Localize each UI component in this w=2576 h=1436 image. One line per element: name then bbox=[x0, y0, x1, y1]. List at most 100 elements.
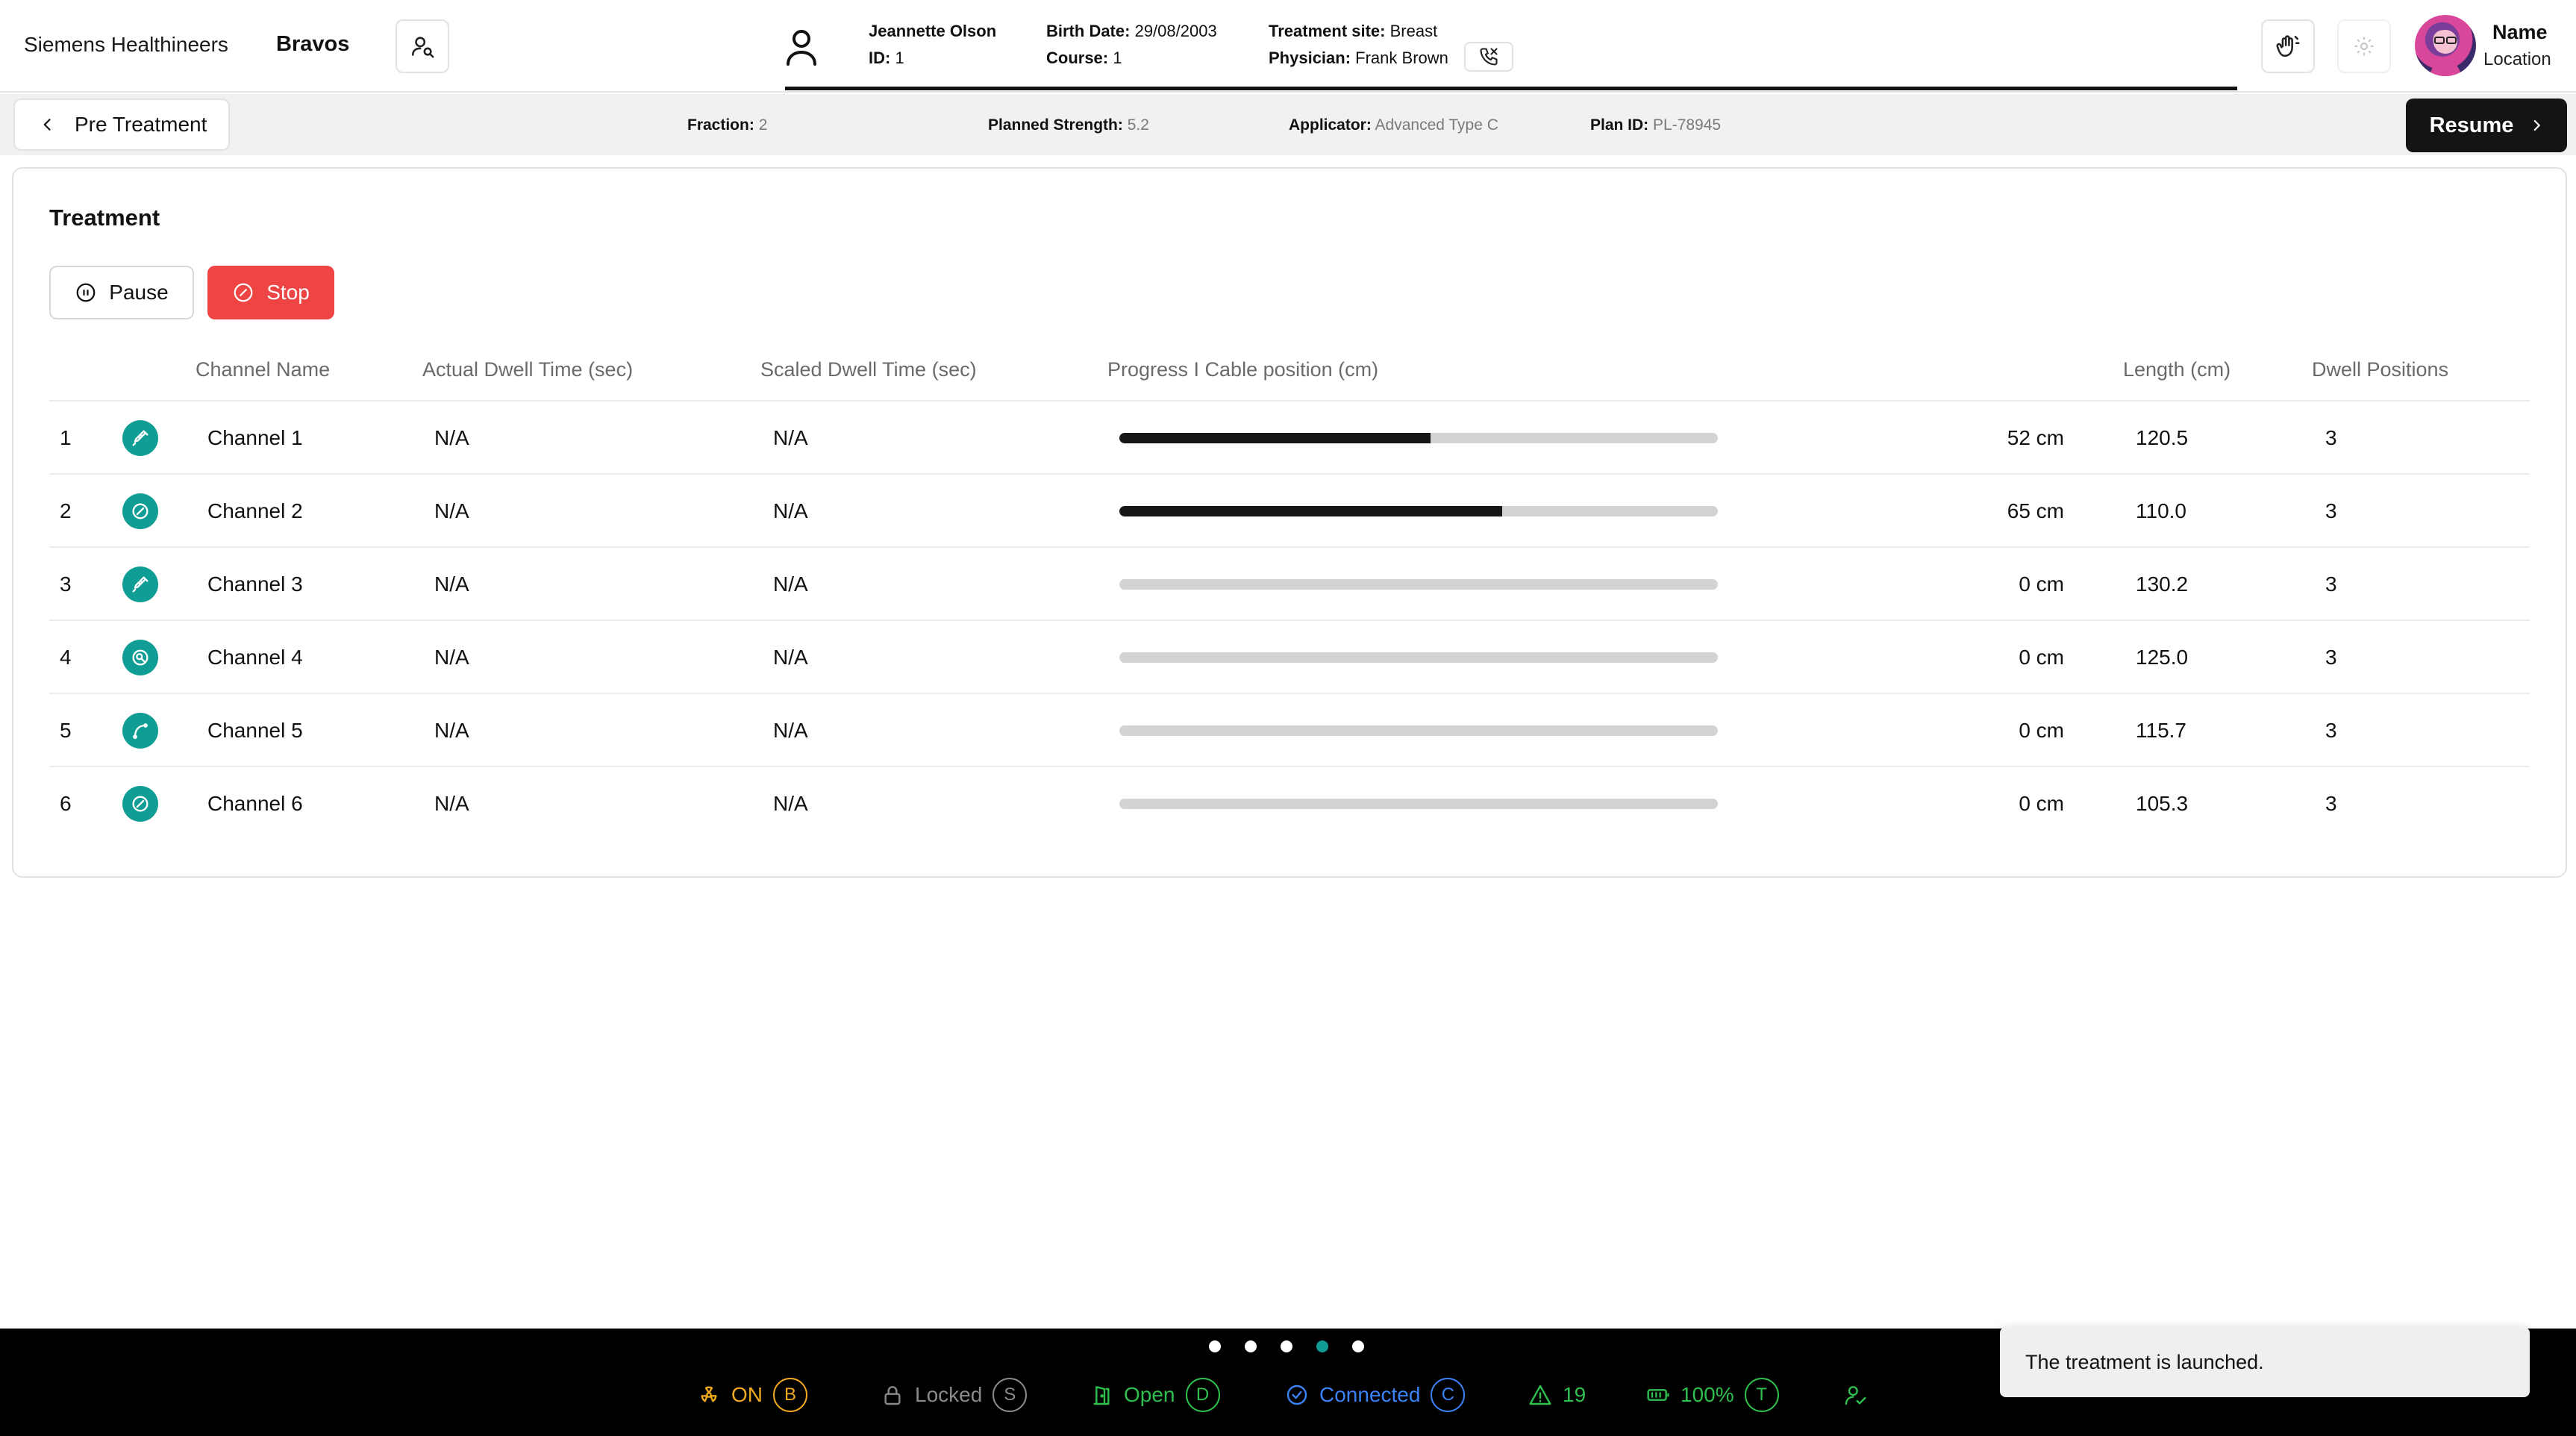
target-icon bbox=[122, 640, 158, 675]
scaled-dwell-time: N/A bbox=[773, 646, 808, 669]
channel-length: 110.0 bbox=[2136, 499, 2186, 522]
physician-name: Frank Brown bbox=[1355, 49, 1448, 67]
page-dot[interactable] bbox=[1245, 1340, 1257, 1352]
row-number: 2 bbox=[60, 499, 72, 522]
status-door[interactable]: Open D bbox=[1090, 1376, 1220, 1414]
user-avatar[interactable] bbox=[2415, 15, 2476, 76]
column-header-channel-name: Channel Name bbox=[196, 358, 331, 381]
patient-search-button[interactable] bbox=[396, 19, 449, 73]
status-label: Open bbox=[1124, 1383, 1175, 1406]
channel-name: Channel 5 bbox=[207, 719, 303, 742]
treatment-site: Breast bbox=[1389, 22, 1438, 40]
stop-button[interactable]: Stop bbox=[207, 266, 334, 319]
birth-date-label: Birth Date: bbox=[1046, 22, 1131, 40]
page-dot[interactable] bbox=[1209, 1340, 1221, 1352]
page-dot[interactable] bbox=[1281, 1340, 1292, 1352]
stop-circle-icon bbox=[234, 283, 253, 302]
accessibility-button[interactable] bbox=[2261, 19, 2315, 73]
planned-strength-info: Planned Strength: 5.2 bbox=[988, 116, 1149, 134]
channel-name: Channel 6 bbox=[207, 792, 303, 815]
channel-row[interactable]: 3 Channel 3 N/A N/A 0 cm 130.2 3 bbox=[49, 546, 2530, 619]
planned-strength-value: 5.2 bbox=[1127, 116, 1149, 134]
channel-row[interactable]: 6 Channel 6 N/A N/A 0 cm 105.3 3 bbox=[49, 766, 2530, 839]
applicator-info: Applicator: Advanced Type C bbox=[1289, 116, 1498, 134]
status-connected[interactable]: Connected C bbox=[1285, 1376, 1466, 1414]
cable-position: 0 cm bbox=[2019, 719, 2064, 742]
patient-name: Jeannette Olson bbox=[869, 22, 997, 40]
scaled-dwell-time: N/A bbox=[773, 499, 808, 522]
warning-icon bbox=[1529, 1385, 1551, 1405]
page-indicator[interactable] bbox=[1209, 1340, 1364, 1352]
back-to-pre-treatment-button[interactable]: Pre Treatment bbox=[13, 99, 230, 151]
product-name: Bravos bbox=[276, 32, 350, 56]
channel-length: 125.0 bbox=[2136, 646, 2189, 669]
page-dot[interactable] bbox=[1352, 1340, 1364, 1352]
cable-position: 0 cm bbox=[2019, 646, 2064, 669]
row-number: 5 bbox=[60, 719, 72, 742]
dwell-positions: 3 bbox=[2325, 499, 2337, 522]
status-lock[interactable]: Locked S bbox=[881, 1376, 1028, 1414]
chevron-left-icon bbox=[43, 119, 51, 131]
syringe-icon bbox=[122, 566, 158, 602]
channel-length: 120.5 bbox=[2136, 426, 2189, 449]
patient-id-label: ID: bbox=[869, 49, 891, 67]
actual-dwell-time: N/A bbox=[434, 426, 469, 449]
channel-length: 115.7 bbox=[2136, 719, 2186, 742]
hand-gesture-icon bbox=[2276, 35, 2300, 57]
settings-button[interactable] bbox=[2337, 19, 2391, 73]
channel-name: Channel 3 bbox=[207, 572, 303, 596]
plan-info-bar: Pre Treatment Fraction: 2 Planned Streng… bbox=[0, 94, 2576, 155]
brand-name: Siemens Healthineers bbox=[24, 33, 228, 56]
avatar-illustration-icon bbox=[2430, 30, 2461, 76]
status-battery[interactable]: 100% T bbox=[1646, 1376, 1779, 1414]
status-user-check[interactable] bbox=[1843, 1376, 1867, 1414]
plan-id-value: PL-78945 bbox=[1653, 116, 1722, 134]
column-header-actual-dwell: Actual Dwell Time (sec) bbox=[422, 358, 634, 381]
progress-bar-fill bbox=[1119, 433, 1431, 443]
cable-position: 0 cm bbox=[2019, 792, 2064, 815]
user-search-icon bbox=[411, 37, 434, 58]
row-number: 6 bbox=[60, 792, 72, 815]
fraction-value: 2 bbox=[758, 116, 768, 134]
call-physician-button[interactable] bbox=[1464, 42, 1513, 72]
blocked-circle-icon bbox=[122, 493, 158, 529]
resume-button[interactable]: Resume bbox=[2406, 99, 2567, 152]
channel-name: Channel 4 bbox=[207, 646, 303, 669]
channel-row[interactable]: 1 Channel 1 N/A N/A 52 cm 120.5 3 bbox=[49, 400, 2530, 473]
status-warning[interactable]: 19 bbox=[1528, 1376, 1586, 1414]
row-number: 3 bbox=[60, 572, 72, 596]
channel-row[interactable]: 2 Channel 2 N/A N/A 65 cm 110.0 3 bbox=[49, 473, 2530, 546]
shortcut-key: D bbox=[1185, 1378, 1220, 1412]
blocked-circle-icon bbox=[122, 786, 158, 822]
column-header-length: Length (cm) bbox=[2123, 358, 2231, 381]
progress-bar bbox=[1119, 506, 1718, 516]
radiation-icon bbox=[701, 1386, 717, 1402]
status-label: ON bbox=[731, 1383, 763, 1406]
fraction-info: Fraction: 2 bbox=[687, 116, 767, 134]
row-number: 1 bbox=[60, 426, 72, 449]
status-label: 100% bbox=[1681, 1383, 1734, 1406]
patient-icon bbox=[787, 30, 816, 66]
resume-button-label: Resume bbox=[2429, 113, 2514, 137]
planned-strength-label: Planned Strength: bbox=[988, 116, 1123, 134]
birth-date: 29/08/2003 bbox=[1134, 22, 1217, 40]
curve-icon bbox=[122, 713, 158, 749]
channel-row[interactable]: 5 Channel 5 N/A N/A 0 cm 115.7 3 bbox=[49, 693, 2530, 766]
progress-bar bbox=[1119, 799, 1718, 809]
actual-dwell-time: N/A bbox=[434, 646, 469, 669]
dwell-positions: 3 bbox=[2325, 426, 2337, 449]
column-header-progress: Progress I Cable position (cm) bbox=[1107, 358, 1379, 381]
pause-button[interactable]: Pause bbox=[49, 266, 194, 319]
user-name: Name bbox=[2492, 21, 2548, 43]
column-header-scaled-dwell: Scaled Dwell Time (sec) bbox=[760, 358, 977, 381]
page-dot[interactable] bbox=[1316, 1340, 1328, 1352]
applicator-label: Applicator: bbox=[1289, 116, 1372, 134]
back-button-label: Pre Treatment bbox=[75, 113, 207, 136]
status-radiation[interactable]: ON B bbox=[697, 1376, 807, 1414]
phone-icon bbox=[1480, 48, 1498, 66]
channel-row[interactable]: 4 Channel 4 N/A N/A 0 cm 125.0 3 bbox=[49, 619, 2530, 693]
scaled-dwell-time: N/A bbox=[773, 426, 808, 449]
patient-tab-underline bbox=[785, 87, 2237, 90]
actual-dwell-time: N/A bbox=[434, 572, 469, 596]
plan-id-label: Plan ID: bbox=[1590, 116, 1649, 134]
